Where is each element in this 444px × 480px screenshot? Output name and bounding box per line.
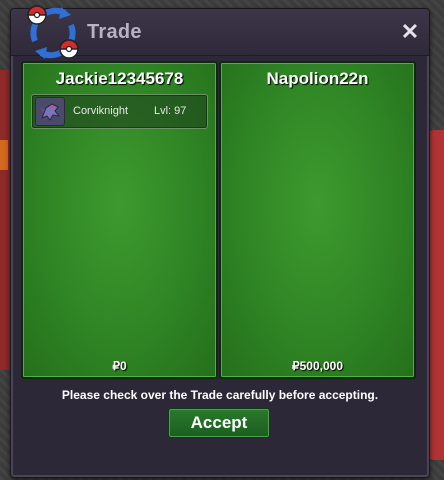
trade-dialog: Trade ✕ Jackie12345678 Corviknight Lvl: …: [10, 5, 430, 478]
background-orange-element: [0, 140, 8, 170]
corviknight-sprite-icon: [35, 97, 65, 126]
right-trade-panel: Napolion22n ₽500,000: [219, 61, 416, 379]
trade-notice: Please check over the Trade carefully be…: [61, 388, 379, 402]
right-money-offer: ₽500,000: [291, 359, 343, 373]
close-icon[interactable]: ✕: [399, 21, 421, 43]
dialog-title: Trade: [87, 21, 142, 43]
trade-item-row[interactable]: Corviknight Lvl: 97: [31, 94, 208, 129]
trade-logo-icon: [27, 5, 79, 59]
left-money-offer: ₽0: [112, 359, 127, 373]
item-name: Corviknight: [73, 105, 129, 117]
right-player-name: Napolion22n: [266, 69, 369, 88]
item-level: Lvl: 97: [154, 105, 187, 117]
left-trade-panel: Jackie12345678 Corviknight Lvl: 97 ₽0: [21, 61, 218, 379]
accept-button[interactable]: Accept: [168, 408, 270, 438]
left-player-name: Jackie12345678: [55, 69, 184, 88]
pokeball-icon: [27, 5, 47, 25]
